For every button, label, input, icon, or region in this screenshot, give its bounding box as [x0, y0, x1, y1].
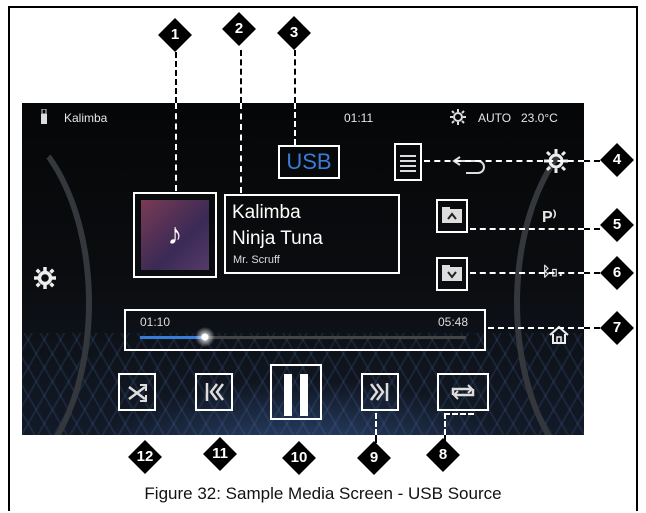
track-info-box: Kalimba Ninja Tuna Mr. Scruff [224, 194, 400, 274]
usb-drive-icon [41, 109, 47, 124]
folder-up-icon [442, 207, 462, 223]
leader-6-out [584, 272, 600, 274]
leader-8-top [444, 413, 474, 415]
previous-icon [205, 383, 224, 401]
total-time: 05:48 [437, 315, 468, 329]
next-track-button[interactable] [361, 373, 399, 411]
callout-5: 5 [600, 208, 634, 242]
album-art: ♪ [141, 200, 209, 270]
status-clock: 01:11 [344, 111, 374, 125]
leader-7-out [584, 327, 600, 329]
status-temperature: 23.0°C [521, 111, 558, 125]
playlist-button[interactable] [394, 143, 422, 181]
progress-knob[interactable] [195, 327, 216, 347]
callout-7: 7 [600, 311, 634, 345]
leader-5-out [584, 228, 600, 230]
leader-7 [488, 327, 584, 329]
callout-9: 9 [357, 441, 391, 475]
callout-8: 8 [426, 438, 460, 472]
leader-1 [175, 52, 177, 103]
callout-3: 3 [277, 16, 311, 50]
callout-6: 6 [600, 256, 634, 290]
source-label-box[interactable]: USB [278, 145, 340, 179]
playlist-icon [400, 155, 416, 172]
previous-track-button[interactable] [195, 373, 233, 411]
elapsed-time: 01:10 [140, 315, 171, 329]
leader-2 [240, 50, 242, 103]
progress-track[interactable] [140, 327, 466, 347]
shuffle-icon [128, 384, 147, 402]
leader-3 [294, 50, 296, 103]
progress-box: 01:10 05:48 [124, 309, 486, 351]
callout-10: 10 [282, 441, 316, 475]
leader-6 [470, 272, 584, 274]
pause-icon [284, 374, 308, 416]
callout-11: 11 [203, 437, 237, 471]
leader-8-inner [444, 413, 446, 435]
media-screen: Kalimba 01:11 AUTO 23.0°C USB ♪ Kalimba … [22, 103, 584, 435]
bluetooth-phone-icon[interactable]: ᛒ▯. [542, 263, 563, 279]
figure-caption: Figure 32: Sample Media Screen - USB Sou… [144, 484, 502, 503]
status-climate-mode: AUTO [478, 111, 512, 125]
leader-1-inner [175, 103, 177, 191]
leader-4 [424, 160, 584, 162]
leader-3-inner [294, 103, 296, 145]
leader-5 [470, 228, 584, 230]
next-icon [370, 383, 389, 401]
parking-sensor-icon[interactable]: P⁾ [542, 207, 557, 227]
callout-12: 12 [128, 440, 162, 474]
status-track-name: Kalimba [64, 111, 108, 125]
back-arrow-icon[interactable] [452, 153, 488, 175]
shuffle-button[interactable] [118, 373, 156, 411]
folder-up-button[interactable] [436, 199, 468, 233]
climate-fan-icon [450, 109, 466, 125]
folder-down-icon [442, 265, 462, 281]
track-title: Kalimba [232, 202, 301, 223]
callout-4: 4 [600, 143, 634, 177]
leader-4-out [584, 160, 600, 162]
settings-gear-icon[interactable] [34, 267, 56, 289]
folder-down-button[interactable] [436, 257, 468, 291]
track-artist: Mr. Scruff [233, 254, 280, 266]
source-label: USB [286, 149, 332, 174]
leader-2-inner [240, 103, 242, 193]
repeat-button[interactable] [437, 373, 489, 411]
callout-1: 1 [158, 18, 192, 52]
album-art-box: ♪ [133, 192, 217, 278]
repeat-icon [451, 384, 475, 400]
music-note-icon: ♪ [167, 218, 183, 251]
leader-9-inner [375, 413, 377, 435]
callout-2: 2 [222, 12, 256, 46]
track-album: Ninja Tuna [232, 228, 323, 249]
play-pause-button[interactable] [270, 364, 322, 420]
